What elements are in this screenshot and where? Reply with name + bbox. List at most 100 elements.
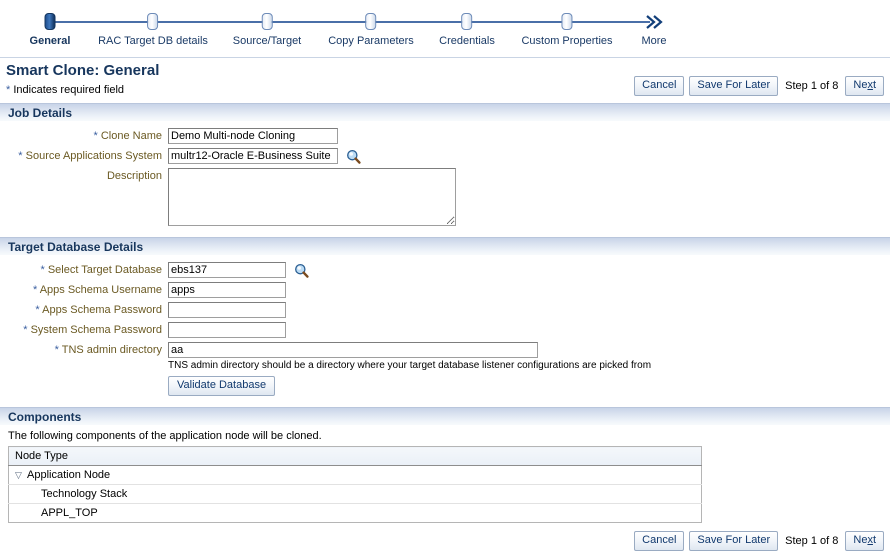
select-target-database-input[interactable] xyxy=(168,262,286,278)
train-stop-source-target[interactable]: Source/Target xyxy=(233,0,301,47)
apps-schema-username-control xyxy=(168,282,286,298)
next-button-bottom[interactable]: Next xyxy=(845,531,884,551)
job-details-section-body: * Clone Name * Source Applications Syste… xyxy=(0,122,890,237)
select-target-database-label-text: Select Target Database xyxy=(47,264,162,276)
apps-schema-password-control xyxy=(168,302,286,318)
clone-name-label-text: Clone Name xyxy=(100,130,162,142)
table-cell-label: Application Node xyxy=(27,469,111,481)
train-node-icon xyxy=(461,13,473,30)
train-node-icon xyxy=(561,13,573,30)
system-schema-password-input[interactable] xyxy=(168,322,286,338)
top-button-bar: Cancel Save For Later Step 1 of 8 Next xyxy=(634,76,884,96)
train-stop-general[interactable]: General xyxy=(29,0,71,47)
system-schema-password-label: * System Schema Password xyxy=(0,322,168,339)
save-for-later-button-bottom[interactable]: Save For Later xyxy=(689,531,779,551)
required-asterisk-icon: * xyxy=(32,284,38,296)
system-schema-password-label-text: System Schema Password xyxy=(30,324,162,336)
tns-admin-directory-input[interactable] xyxy=(168,342,538,358)
tns-admin-directory-label-text: TNS admin directory xyxy=(61,344,162,356)
train-node-icon xyxy=(261,13,273,30)
components-section-body: The following components of the applicat… xyxy=(0,426,890,523)
apps-schema-password-label: * Apps Schema Password xyxy=(0,302,168,319)
train-stop-rac-target-db-details[interactable]: RAC Target DB details xyxy=(98,0,208,47)
column-header-node-type: Node Type xyxy=(8,446,702,466)
required-asterisk-icon: * xyxy=(18,150,23,162)
field-row-apps-schema-password: * Apps Schema Password xyxy=(0,302,890,319)
required-asterisk-icon: * xyxy=(6,84,11,96)
wizard-train: General RAC Target DB details Source/Tar… xyxy=(0,0,890,58)
field-row-description: Description xyxy=(0,168,890,226)
footer-button-bar-container: Cancel Save For Later Step 1 of 8 Next xyxy=(0,523,890,557)
triangle-down-icon[interactable]: ▽ xyxy=(15,470,27,481)
validate-database-button[interactable]: Validate Database xyxy=(168,376,276,396)
train-stop-label: General xyxy=(29,35,71,47)
magnifier-icon[interactable] xyxy=(294,263,309,278)
field-row-system-schema-password: * System Schema Password xyxy=(0,322,890,339)
target-database-details-section-body: * Select Target Database * Apps Schema U… xyxy=(0,256,890,407)
components-description: The following components of the applicat… xyxy=(8,430,322,442)
description-textarea[interactable] xyxy=(168,168,456,226)
next-label-pre: Ne xyxy=(853,79,868,91)
source-applications-system-label: * Source Applications System xyxy=(0,148,168,165)
source-applications-system-control xyxy=(168,148,361,164)
node-type-cell: APPL_TOP xyxy=(8,503,702,523)
clone-name-input[interactable] xyxy=(168,128,338,144)
components-section-header: Components xyxy=(0,407,890,426)
step-indicator-bottom: Step 1 of 8 xyxy=(785,535,839,547)
tns-admin-directory-hint: TNS admin directory should be a director… xyxy=(168,360,652,371)
required-field-note-text: Indicates required field xyxy=(13,84,125,96)
train-stop-copy-parameters[interactable]: Copy Parameters xyxy=(328,0,414,47)
table-row[interactable]: APPL_TOP xyxy=(8,503,702,523)
train-stop-label: Custom Properties xyxy=(521,35,613,47)
field-row-source-applications-system: * Source Applications System xyxy=(0,148,890,165)
table-header-row: Node Type xyxy=(8,446,702,466)
train-stop-label: Copy Parameters xyxy=(328,35,414,47)
table-row[interactable]: Technology Stack xyxy=(8,484,702,504)
tns-admin-directory-control: TNS admin directory should be a director… xyxy=(168,342,651,396)
apps-schema-password-input[interactable] xyxy=(168,302,286,318)
description-label: Description xyxy=(106,170,162,182)
required-asterisk-icon: * xyxy=(54,344,59,356)
select-target-database-label: * Select Target Database xyxy=(0,262,168,279)
train-stop-more[interactable]: More xyxy=(641,0,666,47)
apps-schema-username-label-text: Apps Schema Username xyxy=(39,284,162,296)
train-stop-credentials[interactable]: Credentials xyxy=(439,0,495,47)
clone-name-control xyxy=(168,128,338,144)
tns-admin-directory-label: * TNS admin directory xyxy=(0,342,168,359)
apps-schema-username-label: * Apps Schema Username xyxy=(0,282,168,299)
apps-schema-username-input[interactable] xyxy=(168,282,286,298)
field-row-select-target-database: * Select Target Database xyxy=(0,262,890,279)
table-row[interactable]: ▽ Application Node xyxy=(8,465,702,485)
page-header: Smart Clone: General * Indicates require… xyxy=(0,58,890,103)
field-row-tns-admin-directory: * TNS admin directory TNS admin director… xyxy=(0,342,890,396)
required-asterisk-icon: * xyxy=(35,304,40,316)
field-row-clone-name: * Clone Name xyxy=(0,128,890,145)
save-for-later-button[interactable]: Save For Later xyxy=(689,76,779,96)
cancel-button[interactable]: Cancel xyxy=(634,76,685,96)
train-stop-label: Source/Target xyxy=(232,35,302,47)
required-asterisk-icon: * xyxy=(93,130,98,142)
train-node-icon xyxy=(147,13,159,30)
job-details-section-header: Job Details xyxy=(0,103,890,122)
cancel-button-bottom[interactable]: Cancel xyxy=(634,531,685,551)
train-stop-custom-properties[interactable]: Custom Properties xyxy=(521,0,613,47)
next-label-pre: Ne xyxy=(853,534,868,546)
select-target-database-control xyxy=(168,262,309,278)
node-type-cell: ▽ Application Node xyxy=(8,465,702,485)
description-control xyxy=(168,168,456,226)
clone-name-label: * Clone Name xyxy=(0,128,168,145)
components-table: Node Type ▽ Application Node Technology S… xyxy=(8,446,702,523)
table-cell-label: Technology Stack xyxy=(41,488,128,500)
train-stop-label: More xyxy=(641,35,667,47)
train-node-icon xyxy=(44,13,56,30)
next-button[interactable]: Next xyxy=(845,76,884,96)
step-indicator: Step 1 of 8 xyxy=(785,80,839,92)
required-asterisk-icon: * xyxy=(40,264,45,276)
train-stop-label: RAC Target DB details xyxy=(98,35,208,47)
bottom-button-bar: Cancel Save For Later Step 1 of 8 Next xyxy=(634,531,884,551)
field-row-apps-schema-username: * Apps Schema Username xyxy=(0,282,890,299)
train-node-icon xyxy=(365,13,377,30)
magnifier-icon[interactable] xyxy=(346,149,361,164)
required-asterisk-icon: * xyxy=(23,324,28,336)
source-applications-system-input[interactable] xyxy=(168,148,338,164)
